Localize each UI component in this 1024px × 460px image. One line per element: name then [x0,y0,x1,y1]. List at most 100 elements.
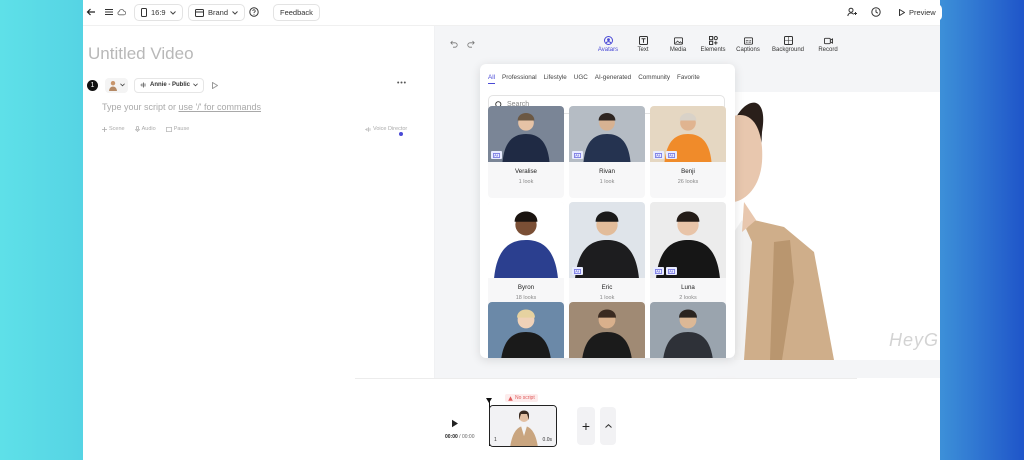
feature-badge-icon [666,267,677,275]
video-preview[interactable] [734,92,940,360]
avatar-thumbnail-icon [109,80,117,91]
avatar-portrait-image [494,211,558,278]
phone-icon [141,8,147,17]
scene-thumb-number: 1 [494,437,497,443]
avatar-badges [491,151,502,159]
brand-selector[interactable]: Brand [188,4,246,21]
scene-thumbnail[interactable]: 1 0.0s [489,405,557,447]
voice-selector[interactable]: Annie - Public [134,77,205,93]
feature-badge-icon [572,267,583,275]
avatar-card[interactable]: Rivan 1 look [569,106,645,198]
play-scene-icon[interactable] [212,81,219,89]
avatar-card[interactable]: Luna 2 looks [650,202,726,308]
avatar-panel: All Professional Lifestyle UGC AI-genera… [480,64,735,358]
feature-badge-icon [653,151,664,159]
feature-badge-icon [653,267,664,275]
undo-icon[interactable] [450,40,458,48]
add-scene-button[interactable]: + [577,407,595,445]
video-title[interactable]: Untitled Video [88,44,194,64]
no-script-label: No script [515,395,535,401]
tool-media[interactable]: Media [661,36,695,53]
preview-label: Preview [909,8,936,17]
tab-all[interactable]: All [488,74,495,84]
tool-record[interactable]: Record [811,36,845,53]
voice-wave-icon [140,82,146,88]
audio-action[interactable]: Audio [134,126,156,132]
more-options-icon[interactable] [397,81,406,84]
avatar-card[interactable] [569,302,645,358]
script-input[interactable]: Type your script or use '/' for commands [102,102,261,112]
avatar-name: Eric [601,284,613,291]
tool-label: Avatars [597,47,619,53]
avatar-looks-count: 2 looks [679,295,697,301]
chevron-down-icon [120,83,125,87]
voice-director-label: Voice Director [373,126,408,132]
commands-link[interactable]: use '/' for commands [179,102,261,112]
share-user-icon[interactable] [847,7,857,17]
scene-duration: 0.0s [542,437,552,443]
expand-timeline-button[interactable] [600,407,616,445]
avatar-looks-count: 1 look [518,179,534,185]
avatar-thumbnail [488,202,564,278]
menu-icon[interactable] [105,8,113,16]
aspect-ratio-selector[interactable]: 16:9 [134,4,183,21]
chevron-down-icon [232,10,238,15]
pause-action[interactable]: Pause [165,126,190,132]
tools-toolbar: Avatars Text Media Elements Captions Bac… [591,36,846,53]
tab-ugc[interactable]: UGC [574,74,588,84]
pause-action-label: Pause [173,126,190,132]
avatar-card[interactable] [488,302,564,358]
feature-badge-icon [666,151,677,159]
tool-captions[interactable]: Captions [731,36,765,53]
tool-avatars[interactable]: Avatars [591,36,625,53]
avatar-card[interactable]: Benji 26 looks [650,106,726,198]
record-icon [823,36,833,45]
back-arrow-icon[interactable] [86,7,96,17]
help-icon[interactable] [249,7,259,17]
tool-elements[interactable]: Elements [696,36,730,53]
tab-lifestyle[interactable]: Lifestyle [544,74,567,84]
voice-director-icon [365,126,371,132]
scene-avatar-selector[interactable] [105,77,128,93]
tool-label: Text [637,47,649,53]
timeline-play-button[interactable] [451,415,459,433]
current-time: 00:00 [445,434,458,440]
history-icon[interactable] [871,7,881,17]
voice-label: Annie - Public [150,82,191,88]
avatar-tabs: All Professional Lifestyle UGC AI-genera… [488,74,700,84]
tool-text[interactable]: Text [626,36,660,53]
tab-ai-generated[interactable]: AI-generated [595,74,631,84]
avatar-card[interactable] [650,302,726,358]
plus-icon [102,126,107,132]
redo-icon[interactable] [467,40,475,48]
tool-label: Record [818,47,838,53]
tab-professional[interactable]: Professional [502,74,537,84]
add-scene-action[interactable]: Scene [102,126,125,132]
top-bar: 16:9 Brand Feedback Preview [83,0,942,26]
tab-community[interactable]: Community [638,74,670,84]
watermark: HeyG [889,330,940,350]
avatar-card[interactable]: Eric 1 look [569,202,645,308]
avatar-looks-count: 1 look [599,179,615,185]
avatar-card[interactable]: Veralise 1 look [488,106,564,198]
tool-background[interactable]: Background [766,36,810,53]
tool-label: Media [669,47,687,53]
preview-button[interactable]: Preview [893,4,942,21]
avatar-thumbnail [488,302,564,358]
avatar-thumbnail [650,302,726,358]
avatar-portrait-image [582,309,632,358]
avatar-card[interactable]: Byron 18 looks [488,202,564,308]
tab-favorite[interactable]: Favorite [677,74,700,84]
chevron-up-icon [604,424,612,428]
tool-label: Elements [700,47,726,53]
avatar-thumbnail [650,202,726,278]
feedback-button[interactable]: Feedback [273,4,320,21]
warning-icon [508,395,513,401]
avatar-thumbnail [650,106,726,162]
brand-label: Brand [208,8,229,17]
avatar-name: Luna [681,284,695,291]
avatar-thumbnail [569,106,645,162]
brand-kit-icon [195,8,204,17]
elements-icon [708,36,718,45]
avatar-thumbnail [569,302,645,358]
